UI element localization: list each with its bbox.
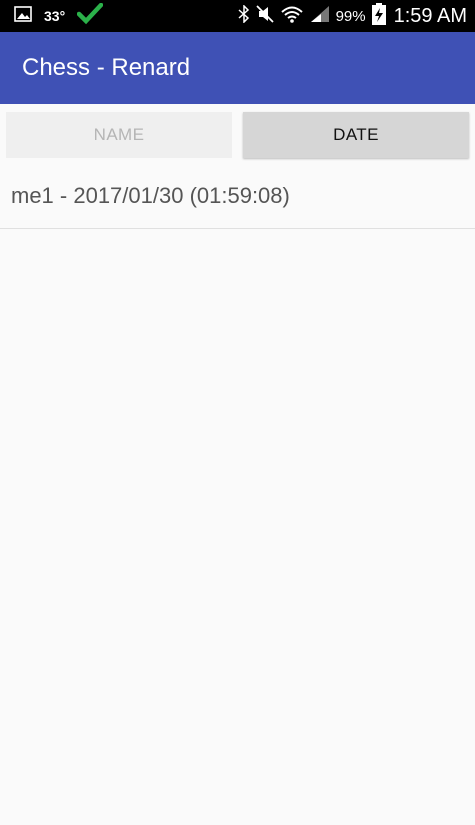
- bluetooth-icon: [238, 3, 250, 28]
- check-icon: [76, 2, 104, 30]
- sort-by-date-button[interactable]: DATE: [243, 112, 469, 158]
- mute-icon: [255, 4, 274, 28]
- sort-tabs: NAME DATE: [0, 104, 475, 164]
- wifi-icon: [280, 5, 304, 28]
- saved-games-list: me1 - 2017/01/30 (01:59:08): [0, 164, 475, 229]
- signal-icon: [310, 5, 330, 28]
- clock-time: 1:59 AM: [393, 4, 467, 27]
- sort-by-name-button[interactable]: NAME: [6, 112, 232, 158]
- battery-charging-icon: [371, 2, 386, 30]
- battery-percent: 99%: [335, 7, 366, 25]
- list-item[interactable]: me1 - 2017/01/30 (01:59:08): [0, 164, 475, 229]
- app-bar: Chess - Renard: [0, 32, 475, 104]
- gallery-icon: [14, 5, 32, 27]
- temperature-text: 33°: [44, 8, 66, 24]
- status-bar: 33° 99% 1:59 AM: [0, 0, 475, 32]
- app-title: Chess - Renard: [22, 54, 191, 81]
